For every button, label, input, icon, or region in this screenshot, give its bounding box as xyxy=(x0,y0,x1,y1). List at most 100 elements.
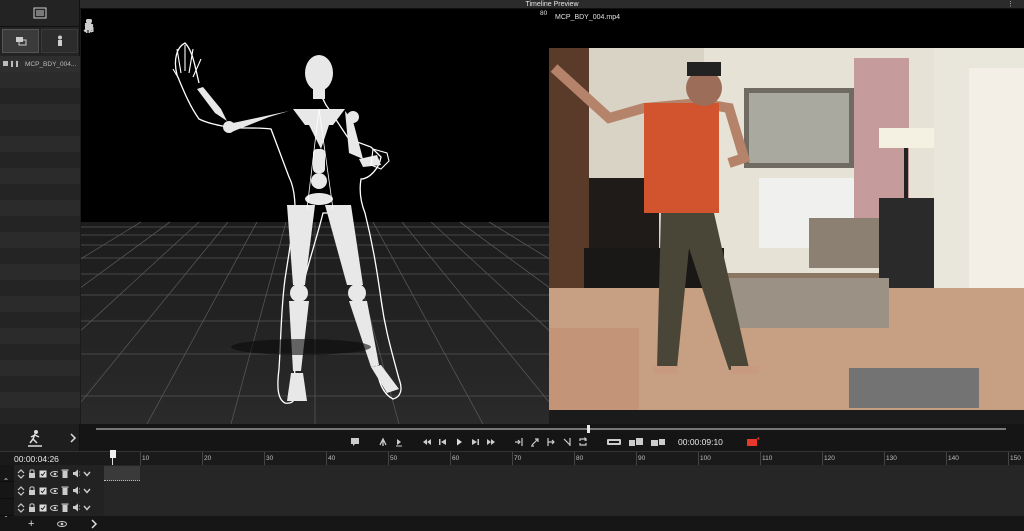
reorder-icon[interactable] xyxy=(17,468,25,479)
video-scrubber[interactable] xyxy=(96,428,1006,430)
reorder-icon[interactable] xyxy=(17,485,25,496)
menu-button[interactable] xyxy=(0,0,80,27)
track-controls xyxy=(14,499,104,516)
ruler-label: 10 xyxy=(142,455,150,462)
preview-header: Timeline Preview ⋮ xyxy=(80,0,1024,9)
tab-motions[interactable] xyxy=(2,29,39,53)
clip-start-icon[interactable] xyxy=(546,437,556,447)
transport-bar: 00:00:09:10 xyxy=(80,424,1024,451)
skip-to-start-icon[interactable] xyxy=(422,437,432,447)
ruler-label: 140 xyxy=(948,455,959,462)
panel-tabs xyxy=(0,27,80,55)
asset-label: MCP_BDY_004... xyxy=(25,60,77,68)
timeline-ruler[interactable]: 10 20 30 40 50 60 70 80 90 100 110 120 130 140 150 xyxy=(104,452,1024,466)
multi-camera-icon[interactable] xyxy=(628,437,644,447)
lock-icon[interactable] xyxy=(28,502,36,512)
3d-viewport[interactable] xyxy=(81,9,549,424)
track-controls xyxy=(14,465,104,482)
show-all-eye-icon[interactable] xyxy=(57,520,68,528)
ruler-tick xyxy=(1008,452,1009,466)
chevron-down-icon[interactable] xyxy=(83,469,91,478)
ruler-tick xyxy=(264,452,265,466)
playhead[interactable] xyxy=(110,450,116,458)
ruler-tick xyxy=(326,452,327,466)
visibility-eye-icon[interactable] xyxy=(50,486,58,495)
timeline-ruler-bar: 00:00:04:26 10 20 30 40 50 60 70 80 90 100 110 120 1… xyxy=(0,451,1024,466)
lock-icon[interactable] xyxy=(28,485,36,495)
playback-controls: 00:00:09:10 xyxy=(350,435,761,449)
ruler-label: 120 xyxy=(824,455,835,462)
reorder-icon[interactable] xyxy=(17,502,25,513)
expand-panel-button[interactable] xyxy=(66,427,80,449)
walking-figure-icon xyxy=(28,430,42,447)
app-window: MCP_BDY_004... Timeline Preview ⋮ 80 MCP… xyxy=(0,0,1024,531)
chevron-right-icon[interactable] xyxy=(90,519,98,529)
lock-icon[interactable] xyxy=(28,468,36,478)
record-button[interactable] xyxy=(745,437,761,447)
tab-characters[interactable] xyxy=(41,29,78,53)
asset-list: MCP_BDY_004... xyxy=(0,56,80,424)
video-filename: MCP_BDY_004.mp4 xyxy=(555,14,620,21)
volume-icon[interactable] xyxy=(72,486,80,495)
skeleton-view-icon[interactable] xyxy=(83,19,99,79)
ruler-label: 50 xyxy=(390,455,398,462)
track-lane[interactable] xyxy=(104,465,1024,482)
timeline-tracks: ⌃ ⌄ + xyxy=(0,465,1024,531)
keyframe-prev-icon[interactable] xyxy=(378,437,388,447)
delete-icon[interactable] xyxy=(61,469,69,478)
camera-view-icon[interactable] xyxy=(606,437,622,447)
ruler-label: 20 xyxy=(204,455,212,462)
walk-cycle-button[interactable] xyxy=(24,427,46,449)
delete-icon[interactable] xyxy=(61,486,69,495)
play-icon[interactable] xyxy=(454,437,464,447)
motion-clip[interactable] xyxy=(104,466,140,481)
more-options-icon[interactable]: ⋮ xyxy=(1007,0,1014,9)
volume-icon[interactable] xyxy=(72,469,80,478)
keyframe-next-icon[interactable] xyxy=(394,437,404,447)
track-3 xyxy=(0,499,1024,516)
delete-icon[interactable] xyxy=(61,503,69,512)
checkbox-icon[interactable] xyxy=(39,469,47,478)
track-lane[interactable] xyxy=(104,499,1024,516)
ruler-label: 150 xyxy=(1010,455,1021,462)
track-footer: + xyxy=(14,517,104,531)
record-camera-icon xyxy=(746,437,760,446)
frame-number: 80 xyxy=(540,10,548,17)
standing-pose-icon[interactable] xyxy=(83,19,99,57)
motion-toolbar xyxy=(0,424,80,451)
ruler-label: 70 xyxy=(514,455,522,462)
list-item[interactable]: MCP_BDY_004... xyxy=(0,56,80,72)
checkbox-icon[interactable] xyxy=(39,486,47,495)
visibility-eye-icon[interactable] xyxy=(50,503,58,512)
track-1 xyxy=(0,465,1024,482)
chevron-down-icon[interactable] xyxy=(83,503,91,512)
visibility-eye-icon[interactable] xyxy=(50,469,58,478)
scrubber-handle[interactable] xyxy=(587,425,591,433)
step-back-icon[interactable] xyxy=(438,437,448,447)
motion-asset-icon xyxy=(3,60,19,67)
trim-out-icon[interactable] xyxy=(530,437,540,447)
trim-in-icon[interactable] xyxy=(514,437,524,447)
track-lane[interactable] xyxy=(104,482,1024,499)
motion-clips-icon xyxy=(15,37,26,46)
reference-video[interactable] xyxy=(549,48,1024,410)
running-pose-icon[interactable] xyxy=(83,19,99,123)
clip-end-icon[interactable] xyxy=(562,437,572,447)
checkbox-icon[interactable] xyxy=(39,503,47,512)
loop-icon[interactable] xyxy=(578,437,588,447)
ruler-tick xyxy=(760,452,761,466)
viewport-scene xyxy=(81,42,549,424)
step-forward-icon[interactable] xyxy=(470,437,480,447)
comment-icon[interactable] xyxy=(350,437,360,447)
page-title: Timeline Preview xyxy=(525,0,579,8)
volume-icon[interactable] xyxy=(72,503,80,512)
chevron-down-icon[interactable] xyxy=(83,486,91,495)
ruler-tick xyxy=(202,452,203,466)
ruler-tick xyxy=(450,452,451,466)
add-track-icon[interactable]: + xyxy=(28,518,34,530)
skip-to-end-icon[interactable] xyxy=(486,437,496,447)
walking-pose-icon[interactable] xyxy=(83,19,99,101)
side-by-side-icon[interactable] xyxy=(650,437,666,447)
clip-duration: 00:00:09:10 xyxy=(678,437,723,447)
multi-character-icon[interactable] xyxy=(83,19,99,145)
